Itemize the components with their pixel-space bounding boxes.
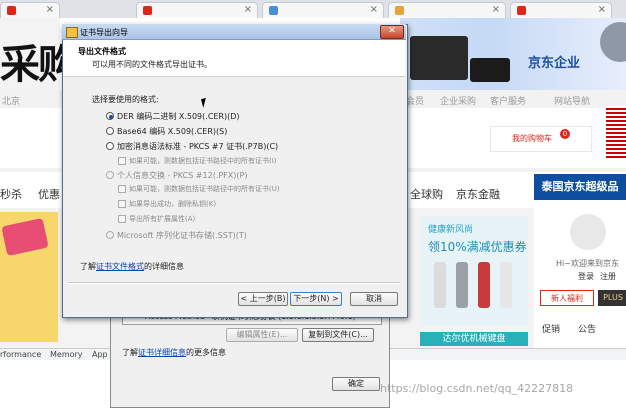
tab-favicon-icon bbox=[269, 6, 278, 15]
checkbox-include-chain-pfx[interactable] bbox=[118, 185, 126, 193]
category-link[interactable]: 全球购 bbox=[410, 186, 443, 202]
avatar bbox=[570, 214, 606, 250]
close-tab-icon[interactable]: × bbox=[492, 4, 500, 15]
next-button[interactable]: 下一步(N) > bbox=[290, 292, 342, 306]
format-prompt: 选择要使用的格式: bbox=[92, 95, 159, 104]
tab-promotions[interactable]: 促销 bbox=[542, 322, 560, 335]
info-prefix: 了解 bbox=[80, 262, 96, 271]
devtools-tab[interactable]: Memory bbox=[50, 350, 83, 359]
cert-details-link[interactable]: 证书详细信息 bbox=[138, 348, 186, 357]
product-image bbox=[456, 262, 468, 308]
option-sst-label: Microsoft 序列化证书存储(.SST)(T) bbox=[117, 231, 247, 240]
watermark: https://blog.csdn.net/qq_42227818 bbox=[380, 382, 574, 395]
close-tab-icon[interactable]: × bbox=[370, 4, 378, 15]
devtools-tab[interactable]: App bbox=[92, 350, 108, 359]
cart-count-badge: 0 bbox=[560, 129, 570, 139]
nav-link[interactable]: 客户服务 bbox=[490, 94, 526, 107]
browser-tab[interactable]: × bbox=[136, 2, 258, 19]
ok-button[interactable]: 确定 bbox=[332, 377, 380, 391]
register-link[interactable]: 注册 bbox=[600, 271, 616, 282]
location-link[interactable]: 北京 bbox=[2, 94, 20, 107]
option-der-label[interactable]: DER 编码二进制 X.509(.CER)(D) bbox=[117, 111, 240, 122]
category-link[interactable]: 秒杀 bbox=[0, 186, 22, 202]
product-image bbox=[500, 262, 512, 308]
plus-button[interactable]: PLUS bbox=[598, 290, 626, 306]
category-link[interactable]: 优惠 bbox=[38, 186, 60, 202]
nav-link[interactable]: 会员 bbox=[406, 94, 424, 107]
tab-favicon-icon bbox=[517, 6, 526, 15]
cancel-button[interactable]: 取消 bbox=[350, 292, 398, 306]
wizard-header-title: 导出文件格式 bbox=[78, 47, 126, 56]
promo-deal: 领10%满减优惠券 bbox=[428, 240, 527, 254]
close-icon[interactable]: ✕ bbox=[380, 25, 404, 39]
browser-tab[interactable]: × bbox=[510, 2, 612, 19]
promo-bottom-label[interactable]: 达尔优机械键盘 bbox=[420, 332, 528, 346]
radio-pkcs12[interactable] bbox=[106, 171, 114, 179]
option-export-extended-label: 导出所有扩展属性(A) bbox=[129, 215, 196, 223]
login-link[interactable]: 登录 bbox=[578, 271, 594, 282]
option-pkcs7-label[interactable]: 加密消息语法标准 - PKCS #7 证书(.P7B)(C) bbox=[117, 141, 278, 152]
browser-tab[interactable]: × bbox=[0, 2, 60, 19]
close-tab-icon[interactable]: × bbox=[46, 4, 54, 15]
radio-der[interactable] bbox=[106, 112, 114, 120]
option-include-chain-p7b-label: 如果可能，则数据包括证书路径中的所有证书(I) bbox=[129, 157, 277, 165]
cart-label: 我的购物车 bbox=[512, 134, 552, 143]
cert-file-format-link[interactable]: 证书文件格式 bbox=[96, 262, 144, 271]
printer-image bbox=[410, 36, 468, 80]
browser-tab[interactable]: × bbox=[388, 2, 506, 19]
info-prefix: 了解 bbox=[122, 348, 138, 357]
divider bbox=[68, 282, 400, 284]
product-image bbox=[478, 262, 490, 308]
radio-sst[interactable] bbox=[106, 231, 114, 239]
tab-favicon-icon bbox=[7, 6, 16, 15]
checkbox-export-extended[interactable] bbox=[118, 215, 126, 223]
devtools-tab[interactable]: rformance bbox=[0, 350, 41, 359]
checkbox-delete-private-key[interactable] bbox=[118, 200, 126, 208]
copy-to-file-button[interactable]: 复制到文件(C)... bbox=[302, 328, 374, 342]
category-link[interactable]: 京东金融 bbox=[456, 186, 500, 202]
radio-base64[interactable] bbox=[106, 127, 114, 135]
format-info-row: 了解证书文件格式的详细信息 bbox=[80, 261, 184, 272]
edit-properties-button[interactable]: 编辑属性(E)... bbox=[226, 328, 298, 342]
wizard-header-subtitle: 可以用不同的文件格式导出证书。 bbox=[92, 60, 212, 69]
browser-tab[interactable]: × bbox=[262, 2, 384, 19]
enterprise-label: 京东企业 bbox=[528, 56, 581, 71]
tab-favicon-icon bbox=[395, 6, 404, 15]
close-tab-icon[interactable]: × bbox=[244, 4, 252, 15]
close-tab-icon[interactable]: × bbox=[598, 4, 606, 15]
newbie-button[interactable]: 新人福利 bbox=[540, 290, 594, 306]
back-button[interactable]: < 上一步(B) bbox=[238, 292, 288, 306]
welcome-text: Hi~欢迎来到京东 bbox=[556, 259, 619, 268]
wizard-title: 证书导出向导 bbox=[80, 28, 128, 37]
qr-code-icon bbox=[606, 106, 626, 158]
nav-link[interactable]: 网站导航 bbox=[554, 94, 590, 107]
tab-announcements[interactable]: 公告 bbox=[578, 322, 596, 335]
checkbox-include-chain-p7b[interactable] bbox=[118, 157, 126, 165]
option-delete-private-key-label: 如果导出成功，删除私钥(K) bbox=[129, 200, 217, 208]
info-suffix: 的详细信息 bbox=[144, 262, 184, 271]
tab-favicon-icon bbox=[143, 6, 152, 15]
option-pkcs12-label: 个人信息交换 - PKCS #12(.PFX)(P) bbox=[117, 171, 248, 180]
option-include-chain-pfx-label: 如果可能，则数据包括证书路径中的所有证书(U) bbox=[129, 185, 280, 193]
certificate-icon bbox=[66, 27, 78, 38]
product-image bbox=[434, 262, 446, 308]
radio-pkcs7[interactable] bbox=[106, 142, 114, 150]
cert-info-row: 了解证书详细信息的更多信息 bbox=[122, 347, 226, 358]
jd-promo-tag[interactable]: 泰国京东超级品 bbox=[534, 174, 626, 200]
nav-link[interactable]: 企业采购 bbox=[440, 94, 476, 107]
printer-image bbox=[470, 58, 510, 82]
promo-title: 健康新风尚 bbox=[428, 225, 474, 235]
info-suffix: 的更多信息 bbox=[186, 348, 226, 357]
option-base64-label[interactable]: Base64 编码 X.509(.CER)(S) bbox=[117, 126, 227, 137]
